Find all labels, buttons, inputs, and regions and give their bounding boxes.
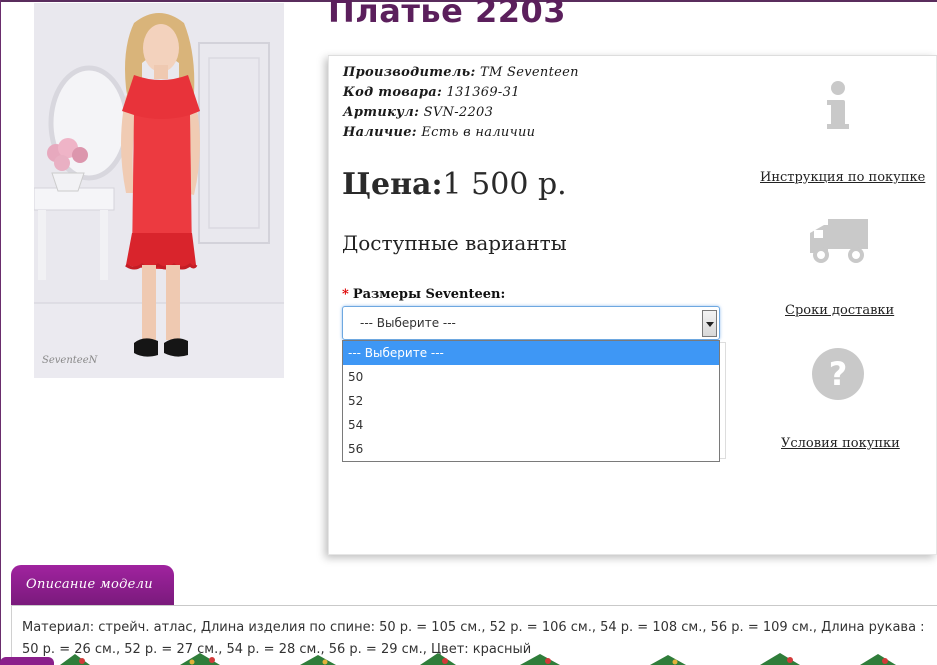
meta-label: Код товара:: [343, 85, 443, 100]
product-info-panel: Производитель: TM Seventeen Код товара: …: [328, 55, 937, 555]
meta-manufacturer: Производитель: TM Seventeen: [343, 63, 579, 83]
left-border: [0, 0, 1, 665]
tab-description-label: Описание модели: [26, 577, 153, 592]
info-icon[interactable]: [823, 80, 853, 132]
meta-label: Наличие:: [343, 125, 417, 140]
meta-value: 131369-31: [446, 85, 520, 100]
terms-link[interactable]: Условия покупки: [781, 436, 900, 451]
size-option[interactable]: 50: [343, 365, 719, 389]
price-label: Цена:: [342, 167, 443, 202]
tab-description[interactable]: Описание модели: [11, 565, 174, 605]
size-options-list[interactable]: --- Выберите --- 50 52 54 56: [342, 340, 720, 462]
meta-value: SVN-2203: [423, 105, 494, 120]
instructions-link[interactable]: Инструкция по покупке: [760, 170, 925, 185]
size-label-text: Размеры Seventeen:: [352, 287, 506, 302]
page-title: Платье 2203: [328, 0, 566, 30]
svg-text:?: ?: [829, 355, 848, 393]
meta-article: Артикул: SVN-2203: [343, 103, 579, 123]
bottom-corner-tab: [0, 657, 54, 665]
size-option[interactable]: 52: [343, 389, 719, 413]
size-option[interactable]: 54: [343, 413, 719, 437]
size-option[interactable]: 56: [343, 437, 719, 461]
variants-heading: Доступные варианты: [342, 231, 567, 255]
meta-label: Артикул:: [343, 105, 420, 120]
product-meta: Производитель: TM Seventeen Код товара: …: [343, 63, 579, 143]
meta-code: Код товара: 131369-31: [343, 83, 579, 103]
meta-value: Есть в наличии: [421, 125, 536, 140]
quantity-box-edge: [720, 342, 726, 459]
dress-illustration: [34, 3, 284, 378]
garland-decoration: [60, 653, 896, 665]
size-option[interactable]: --- Выберите ---: [343, 341, 719, 365]
photo-signature: SeventeeN: [42, 355, 98, 366]
size-select[interactable]: --- Выберите ---: [342, 306, 720, 340]
size-field-label: * Размеры Seventeen:: [342, 287, 505, 302]
delivery-link[interactable]: Сроки доставки: [785, 303, 894, 318]
chevron-down-icon[interactable]: [702, 310, 717, 337]
product-photo[interactable]: SeventeeN: [34, 3, 284, 378]
price: Цена:1 500 р.: [342, 167, 567, 202]
price-value: 1 500 р.: [442, 167, 567, 202]
question-icon[interactable]: ?: [810, 346, 866, 402]
meta-label: Производитель:: [343, 65, 476, 80]
meta-availability: Наличие: Есть в наличии: [343, 123, 579, 143]
required-mark: *: [342, 287, 349, 302]
truck-icon[interactable]: [808, 215, 870, 265]
size-select-value: --- Выберите ---: [360, 316, 456, 330]
meta-value: TM Seventeen: [480, 65, 579, 80]
